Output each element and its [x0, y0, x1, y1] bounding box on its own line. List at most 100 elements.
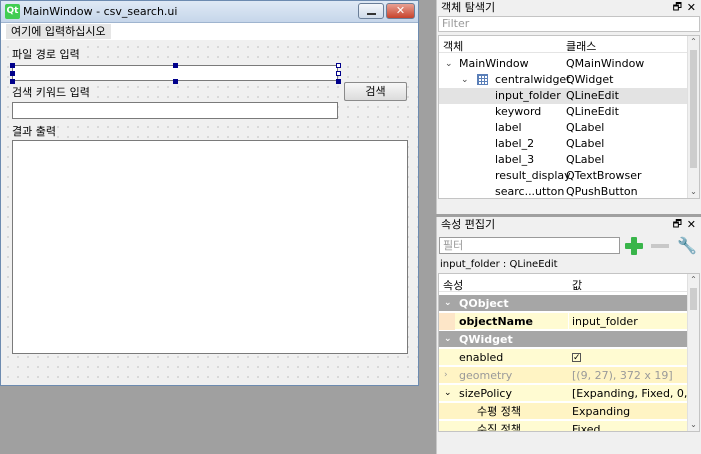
close-button[interactable]: ✕ — [386, 3, 415, 19]
design-canvas[interactable]: 파일 경로 입력 검색 키워드 입력 검색 결과 출력 — [1, 40, 418, 385]
tree-row-keyword[interactable]: keyword QLineEdit — [439, 104, 689, 120]
scroll-up-icon[interactable]: ⌃ — [688, 36, 699, 48]
property-value[interactable]: [(9, 27), 372 x 19] — [572, 367, 673, 384]
remove-dynamic-property-icon[interactable] — [651, 244, 669, 248]
tree-row-input-folder[interactable]: input_folder QLineEdit — [439, 88, 689, 104]
tree-row-class: QMainWindow — [566, 57, 645, 70]
tree-header-class[interactable]: 클래스 — [566, 38, 596, 54]
property-row-vertical-policy[interactable]: 수직 정책 Fixed — [439, 421, 689, 432]
property-name: sizePolicy — [459, 387, 512, 400]
property-name: objectName — [459, 315, 533, 328]
tree-row-class: QLineEdit — [566, 105, 619, 118]
property-editor-title: 속성 편집기 — [441, 218, 496, 231]
label-result[interactable]: 결과 출력 — [11, 123, 57, 139]
header-property[interactable]: 속성 — [443, 277, 463, 293]
keyword-lineedit[interactable] — [12, 102, 338, 119]
property-name: enabled — [459, 351, 504, 364]
property-value[interactable]: input_folder — [572, 313, 638, 330]
tree-row-label-2[interactable]: label_2 QLabel — [439, 136, 689, 152]
wrench-icon[interactable]: 🔧 — [677, 236, 697, 255]
property-table-scrollbar[interactable]: ⌃ ⌄ — [687, 274, 699, 431]
object-tree-scrollbar[interactable]: ⌃ ⌄ — [687, 36, 699, 198]
property-row-geometry[interactable]: › geometry [(9, 27), 372 x 19] — [439, 367, 689, 384]
label-file-path[interactable]: 파일 경로 입력 — [11, 46, 81, 62]
tree-row-centralwidget[interactable]: ⌄ centralwidget QWidget — [439, 72, 689, 88]
tree-row-search-button[interactable]: searc...utton QPushButton — [439, 184, 689, 198]
property-toolbar: 필터 🔧 — [437, 233, 701, 257]
menu-placeholder-item[interactable]: 여기에 입력하십시오 — [6, 24, 111, 39]
chevron-down-icon[interactable]: ⌄ — [444, 385, 452, 402]
selection-handle-tl[interactable] — [10, 63, 15, 68]
tree-header: 객체 클래스 — [439, 36, 689, 53]
tree-row-name: label_2 — [495, 137, 535, 150]
search-button[interactable]: 검색 — [344, 82, 407, 101]
selection-handle-b[interactable] — [173, 79, 178, 84]
tree-row-name: result_display — [495, 169, 571, 182]
property-group-qwidget[interactable]: ⌄ QWidget — [439, 331, 689, 348]
float-icon[interactable]: 🗗 — [673, 217, 682, 233]
tree-row-class: QLabel — [566, 153, 605, 166]
float-icon[interactable]: 🗗 — [673, 0, 682, 16]
close-icon[interactable]: ✕ — [687, 0, 696, 16]
scroll-down-icon[interactable]: ⌄ — [688, 186, 699, 198]
property-filter-input[interactable]: 필터 — [439, 237, 620, 254]
selection-handle-tr[interactable] — [336, 63, 341, 68]
property-name: geometry — [459, 369, 513, 382]
enabled-checkbox[interactable] — [572, 349, 581, 367]
chevron-down-icon[interactable]: ⌄ — [461, 72, 469, 88]
property-value[interactable]: Fixed — [572, 421, 601, 431]
qt-logo-icon: Qt — [5, 4, 20, 19]
tree-row-class: QTextBrowser — [566, 169, 642, 182]
scrollbar-thumb[interactable] — [690, 288, 697, 310]
object-filter-input[interactable]: Filter — [438, 16, 700, 32]
property-name: 수직 정책 — [477, 423, 521, 432]
window-titlebar[interactable]: Qt MainWindow - csv_search.ui ✕ — [1, 1, 418, 23]
scroll-down-icon[interactable]: ⌄ — [688, 419, 699, 431]
property-group-qobject[interactable]: ⌄ QObject — [439, 295, 689, 312]
property-row-objectname[interactable]: objectName input_folder — [439, 313, 689, 330]
tree-row-class: QPushButton — [566, 185, 638, 198]
tree-row-label[interactable]: label QLabel — [439, 120, 689, 136]
property-value[interactable]: Expanding — [572, 403, 630, 420]
property-name: 수평 정책 — [477, 405, 521, 418]
tree-row-name: keyword — [495, 105, 542, 118]
close-icon: ✕ — [395, 4, 406, 17]
add-dynamic-property-icon[interactable] — [624, 236, 644, 256]
property-row-horizontal-policy[interactable]: 수평 정책 Expanding — [439, 403, 689, 420]
grid-layout-icon — [477, 74, 488, 85]
chevron-right-icon[interactable]: › — [444, 367, 448, 384]
property-name: QObject — [459, 297, 509, 310]
selection-handle-l[interactable] — [10, 71, 15, 76]
result-display-textbrowser[interactable] — [12, 140, 408, 354]
tree-row-class: QLabel — [566, 121, 605, 134]
chevron-down-icon[interactable]: ⌄ — [444, 295, 452, 312]
property-row-marker — [439, 313, 455, 330]
object-inspector-title: 객체 탐색기 — [441, 1, 496, 14]
scroll-up-icon[interactable]: ⌃ — [688, 274, 699, 286]
tree-row-name: centralwidget — [495, 73, 571, 86]
tree-row-result-display[interactable]: result_display QTextBrowser — [439, 168, 689, 184]
property-editor-titlebar[interactable]: 속성 편집기 🗗 ✕ — [437, 217, 701, 233]
tree-row-name: label_3 — [495, 153, 535, 166]
chevron-down-icon[interactable]: ⌄ — [444, 331, 452, 348]
property-row-enabled[interactable]: enabled — [439, 349, 689, 367]
property-row-sizepolicy[interactable]: ⌄ sizePolicy [Expanding, Fixed, 0, 0] — [439, 385, 689, 417]
chevron-down-icon[interactable]: ⌄ — [445, 56, 453, 72]
tree-row-mainwindow[interactable]: ⌄ MainWindow QMainWindow — [439, 56, 689, 72]
minimize-button[interactable] — [358, 3, 384, 19]
tree-header-object[interactable]: 객체 — [443, 38, 463, 54]
property-editor-dock: 속성 편집기 🗗 ✕ 필터 🔧 input_folder : QLineEdit… — [436, 217, 701, 454]
label-keyword[interactable]: 검색 키워드 입력 — [11, 84, 91, 100]
object-inspector-titlebar[interactable]: 객체 탐색기 🗗 ✕ — [437, 0, 701, 16]
selection-handle-r[interactable] — [336, 71, 341, 76]
property-name: QWidget — [459, 333, 513, 346]
tree-row-class: QWidget — [566, 73, 614, 86]
close-icon[interactable]: ✕ — [687, 217, 696, 233]
selection-handle-br[interactable] — [336, 79, 341, 84]
selection-handle-t[interactable] — [173, 63, 178, 68]
tree-row-label-3[interactable]: label_3 QLabel — [439, 152, 689, 168]
tree-row-name: label — [495, 121, 522, 134]
header-value[interactable]: 값 — [572, 277, 582, 293]
window-title: MainWindow - csv_search.ui — [23, 5, 178, 18]
scrollbar-thumb[interactable] — [690, 50, 697, 168]
